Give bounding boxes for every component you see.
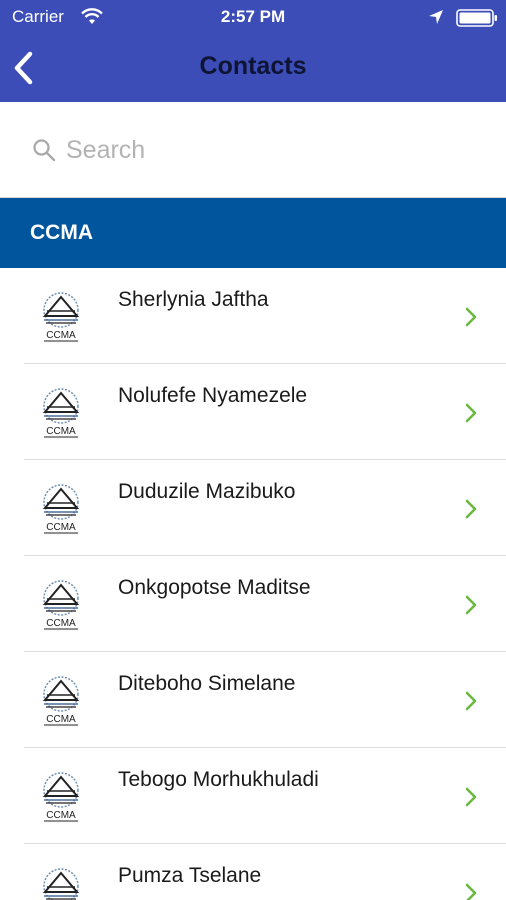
status-bar: Carrier 2:57 PM [0,0,506,34]
location-arrow-icon [429,10,443,24]
contact-list: CCMA Sherlynia Jaftha CCMA Nolufefe Nyameze… [0,268,506,900]
chevron-right-icon [465,403,477,423]
battery-icon [456,9,497,27]
chevron-right-icon [465,307,477,327]
logo-text: CCMA [46,330,76,341]
search-input[interactable] [66,128,466,172]
ccma-logo-icon: CCMA [42,484,80,534]
page-title: Contacts [199,52,307,80]
contact-row[interactable]: CCMA Pumza Tselane [0,844,506,900]
logo-text: CCMA [46,618,76,629]
search-bar [0,102,506,198]
contact-row[interactable]: CCMA Tebogo Morhukhuladi [0,748,506,844]
chevron-right-icon [465,691,477,711]
chevron-right-icon [465,499,477,519]
contact-name: Onkgopotse Maditse [118,576,311,599]
logo-text: CCMA [46,426,76,437]
section-header-label: CCMA [30,221,93,244]
contact-name: Nolufefe Nyamezele [118,384,308,407]
contact-row[interactable]: CCMA Onkgopotse Maditse [0,556,506,652]
ccma-logo-icon: CCMA [42,772,80,822]
chevron-right-icon [465,787,477,807]
contact-name: Diteboho Simelane [118,672,296,695]
logo-text: CCMA [46,810,76,821]
section-header: CCMA [0,198,506,268]
ccma-logo-icon: CCMA [42,388,80,438]
contact-row[interactable]: CCMA Nolufefe Nyamezele [0,364,506,460]
contact-row[interactable]: CCMA Duduzile Mazibuko [0,460,506,556]
ccma-logo-icon: CCMA [42,292,80,342]
chevron-right-icon [465,883,477,900]
contact-name: Duduzile Mazibuko [118,480,296,503]
contact-name: Tebogo Morhukhuladi [118,768,319,791]
logo-text: CCMA [46,714,76,725]
chevron-right-icon [465,595,477,615]
navigation-bar: Contacts [0,34,506,102]
contact-name: Sherlynia Jaftha [118,288,269,311]
ccma-logo-icon: CCMA [42,868,80,900]
contact-row[interactable]: CCMA Diteboho Simelane [0,652,506,748]
ccma-logo-icon: CCMA [42,580,80,630]
ccma-logo-icon: CCMA [42,676,80,726]
search-icon [33,139,56,162]
logo-text: CCMA [46,522,76,533]
contact-row[interactable]: CCMA Sherlynia Jaftha [0,268,506,364]
contact-name: Pumza Tselane [118,864,262,887]
